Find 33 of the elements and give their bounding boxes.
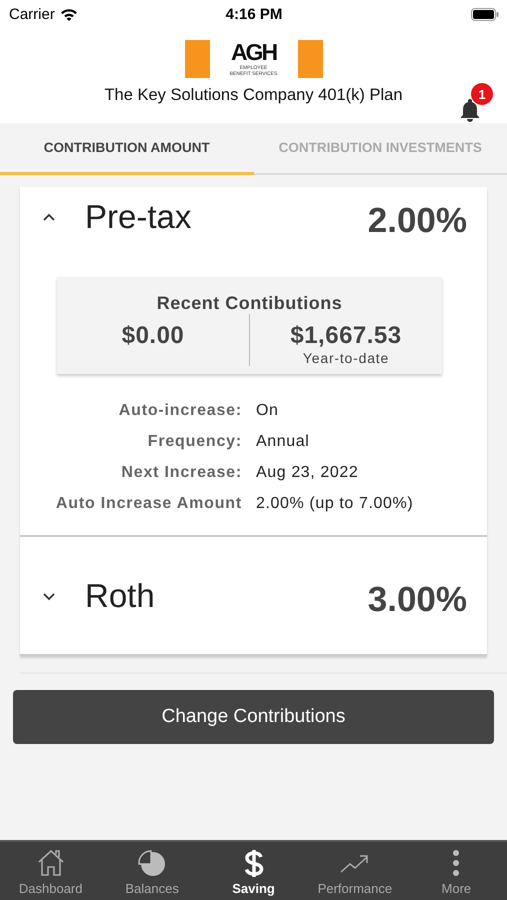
tab-bar-item[interactable]: Dashboard [0, 842, 102, 900]
source-name: Pre-tax [85, 198, 192, 236]
source-name: Roth [85, 576, 156, 614]
wifi-icon [60, 8, 78, 20]
tab[interactable]: CONTRIBUTION AMOUNT [0, 123, 254, 175]
tab-bar-item[interactable]: Saving [202, 842, 304, 900]
change-contributions-button[interactable]: Change Contributions [13, 690, 494, 744]
plan-title: The Key Solutions Company 401(k) Plan [104, 86, 403, 105]
chevron-up-icon[interactable] [42, 212, 56, 222]
tab-bar-item[interactable]: More [406, 842, 507, 900]
panel-title: Recent Contibutions [156, 293, 342, 314]
battery-icon [470, 8, 499, 20]
notification-badge: 1 [471, 83, 493, 105]
detail-label: Next Increase: [120, 464, 242, 482]
chevron-down-icon[interactable] [42, 590, 56, 600]
amount-caption: Year-to-date [302, 350, 390, 366]
amount: $0.00 [122, 322, 184, 350]
detail-label: Frequency: [146, 433, 242, 451]
contribution-rate: 3.00% [368, 580, 467, 620]
carrier-name: Carrier [9, 6, 55, 22]
detail-value: On [256, 402, 280, 420]
detail-value: Aug 23, 2022 [256, 464, 360, 482]
detail-label: Auto-increase: [118, 402, 242, 420]
status-time: 4:16 PM [226, 6, 282, 22]
bell-icon[interactable] [459, 98, 481, 122]
amount: $1,667.53 [290, 322, 402, 350]
detail-value: 2.00% (up to 7.00%) [256, 495, 414, 513]
detail-label: Auto Increase Amount [54, 495, 242, 513]
contribution-rate: 2.00% [368, 201, 467, 241]
tab-bar-item[interactable]: Balances [101, 842, 203, 900]
more-icon [453, 849, 460, 877]
tab-bar-item[interactable]: Performance [304, 842, 406, 900]
detail-value: Annual [256, 433, 310, 451]
